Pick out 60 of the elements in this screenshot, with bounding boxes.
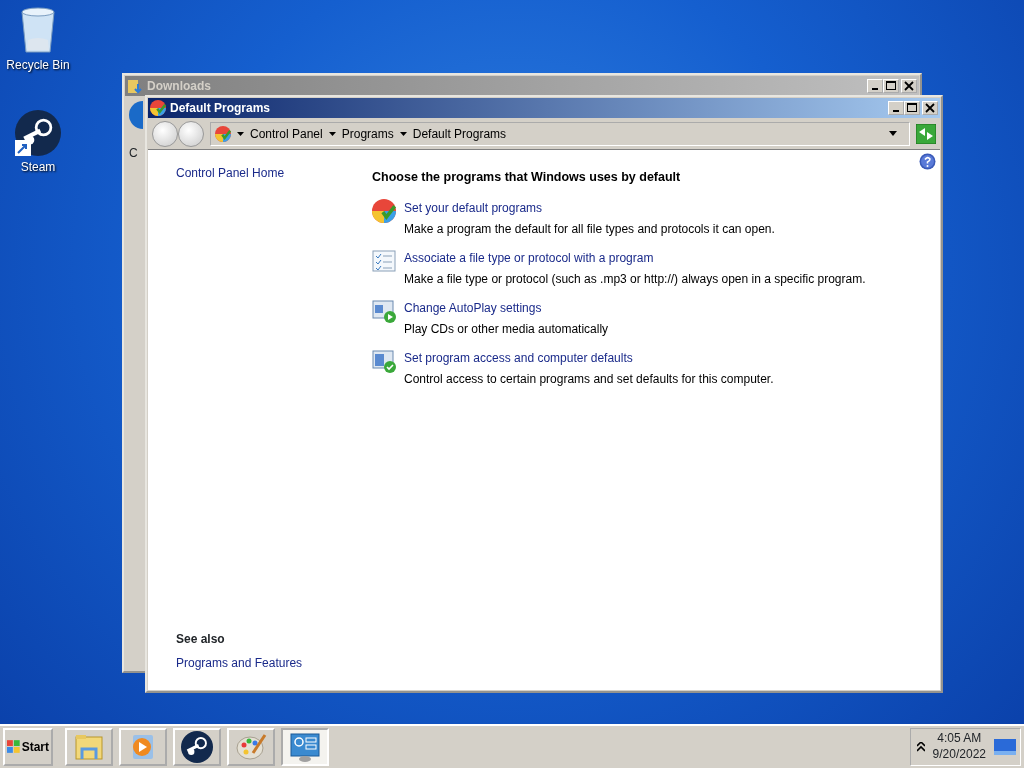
section-heading: Choose the programs that Windows uses by default	[372, 169, 682, 186]
task-description: Make a file type or protocol (such as .mp3 or http://) always open in a specific program.	[404, 270, 866, 288]
task-link[interactable]: Set program access and computer defaults	[404, 348, 633, 367]
close-icon	[924, 102, 936, 114]
window-title: Default Programs	[170, 100, 271, 117]
desktop-icon-label[interactable]: Recycle Bin	[6, 56, 70, 74]
back-icon[interactable]	[129, 100, 143, 130]
autoplay-icon	[372, 298, 396, 323]
task-link[interactable]: Set your default programs	[404, 198, 543, 217]
minimize-button[interactable]	[888, 101, 904, 115]
maximize-icon	[906, 102, 918, 114]
steam-icon	[181, 731, 213, 763]
windows-logo-icon	[7, 740, 21, 754]
taskbar-button[interactable]	[173, 728, 221, 766]
help-icon[interactable]	[919, 153, 936, 170]
control-panel-icon	[289, 731, 321, 763]
steam-icon	[15, 110, 61, 156]
close-button[interactable]	[922, 101, 938, 115]
control-panel-icon	[150, 100, 166, 116]
maximize-button[interactable]	[904, 101, 920, 115]
start-button[interactable]: Start	[3, 728, 53, 766]
caret-icon[interactable]	[328, 131, 336, 136]
task-description: Make a program the default for all file types and protocols it can open.	[404, 220, 775, 238]
checklist-icon	[372, 248, 396, 273]
folder-icon	[127, 78, 143, 94]
show-desktop-icon[interactable]	[994, 738, 1016, 756]
address-bar[interactable]: Control Panel Programs Default Programs	[210, 121, 910, 146]
clock-date: 9/20/2022	[932, 747, 986, 763]
close-button[interactable]	[901, 79, 917, 93]
control-panel-icon	[215, 125, 231, 142]
breadcrumb-item[interactable]: Control Panel	[250, 124, 323, 143]
task-description: Play CDs or other media automatically	[404, 320, 609, 338]
back-button[interactable]	[152, 120, 178, 147]
desktop-icon-label[interactable]: Steam	[20, 158, 56, 176]
recycle-bin-icon	[18, 6, 58, 54]
caret-icon[interactable]	[237, 131, 244, 136]
breadcrumb-item[interactable]: Programs	[341, 124, 394, 143]
sidebar-link[interactable]: Control Panel Home	[176, 164, 285, 182]
close-icon	[903, 80, 915, 92]
partial-text: C	[129, 145, 139, 162]
see-also-link[interactable]: Programs and Features	[176, 654, 303, 672]
clock-time: 4:05 AM	[936, 731, 983, 747]
minimize-button[interactable]	[867, 79, 883, 93]
minimize-icon	[872, 88, 878, 90]
breadcrumb-item[interactable]: Default Programs	[412, 124, 507, 143]
maximize-icon	[885, 80, 897, 92]
chevron-up-icon[interactable]	[916, 742, 925, 752]
refresh-icon[interactable]	[916, 123, 936, 144]
caret-icon[interactable]	[399, 131, 407, 136]
task-link[interactable]: Change AutoPlay settings	[404, 298, 542, 317]
checked-window-icon	[372, 348, 396, 373]
dropdown-caret-icon[interactable]	[889, 131, 897, 136]
colorful-check-icon	[372, 198, 396, 223]
maximize-button[interactable]	[883, 79, 899, 93]
minimize-icon	[893, 110, 899, 112]
task-link[interactable]: Associate a file type or protocol with a program	[404, 248, 654, 267]
forward-button[interactable]	[178, 120, 204, 147]
task-description: Control access to certain programs and set defaults for this computer.	[404, 370, 774, 388]
window-title: Downloads	[147, 78, 211, 95]
see-also-heading: See also	[176, 631, 226, 648]
